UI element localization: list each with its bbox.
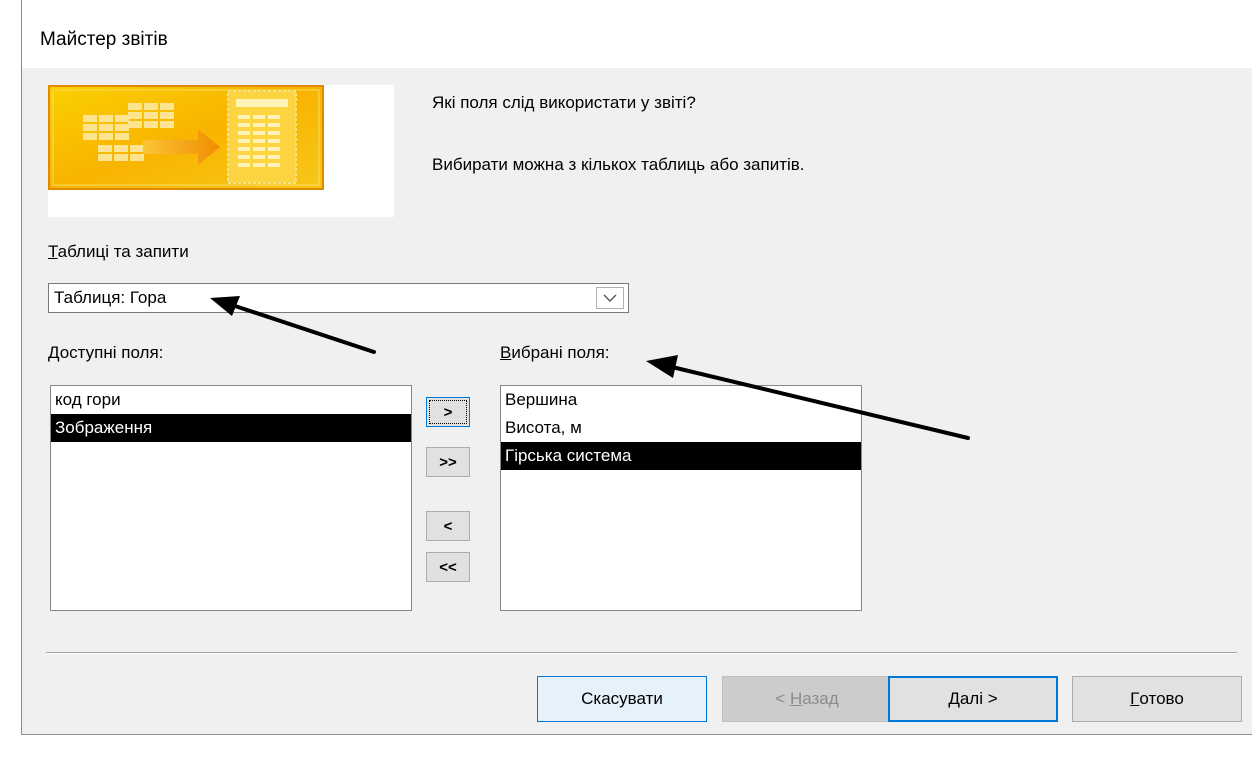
list-item-selected[interactable]: Зображення bbox=[51, 414, 411, 442]
list-item[interactable]: Висота, м bbox=[501, 414, 861, 442]
tables-queries-selected: Таблиця: Гора bbox=[54, 288, 167, 307]
next-button[interactable]: Далі > bbox=[888, 676, 1058, 722]
tables-queries-label-accel: Т bbox=[48, 242, 58, 261]
tables-queries-dropdown[interactable]: Таблиця: Гора bbox=[48, 283, 629, 313]
list-item[interactable]: Вершина bbox=[501, 386, 861, 414]
tables-queries-label-text: аблиці та запити bbox=[57, 242, 189, 261]
report-wizard-banner-icon bbox=[48, 85, 324, 190]
next-button-text: алі > bbox=[959, 689, 998, 708]
back-button[interactable]: < Назад bbox=[722, 676, 892, 722]
available-fields-label: Доступні поля: bbox=[48, 343, 163, 363]
wizard-hint: Вибирати можна з кількох таблиць або зап… bbox=[432, 155, 805, 174]
selected-fields-label: Вибрані поля: bbox=[500, 343, 610, 363]
selected-fields-label-text: ибрані поля: bbox=[511, 343, 610, 362]
finish-button-text: отово bbox=[1139, 689, 1184, 708]
selected-fields-list[interactable]: Вершина Висота, м Гірська система bbox=[500, 385, 862, 611]
back-button-text: азад bbox=[802, 689, 839, 708]
title-bar: Майстер звітів bbox=[22, 0, 1252, 68]
next-button-accel: Д bbox=[948, 689, 960, 708]
finish-button[interactable]: Готово bbox=[1072, 676, 1242, 722]
available-fields-label-accel: Д bbox=[48, 343, 60, 362]
finish-button-accel: Г bbox=[1130, 689, 1140, 708]
report-wizard-dialog: Майстер звітів Які поля слід використати… bbox=[21, 0, 1252, 735]
remove-field-button[interactable]: < bbox=[426, 511, 470, 541]
remove-all-fields-button[interactable]: << bbox=[426, 552, 470, 582]
back-button-accel: Н bbox=[789, 689, 803, 708]
cancel-button[interactable]: Скасувати bbox=[537, 676, 707, 722]
window-title: Майстер звітів bbox=[40, 29, 168, 50]
chevron-down-icon bbox=[603, 294, 617, 302]
footer-separator bbox=[46, 652, 1237, 654]
add-field-button[interactable]: > bbox=[426, 397, 470, 427]
banner-area bbox=[48, 85, 394, 217]
dropdown-button[interactable] bbox=[596, 287, 624, 309]
available-fields-list[interactable]: код гори Зображення bbox=[50, 385, 412, 611]
back-button-prefix: < bbox=[775, 689, 790, 708]
tables-queries-label: Таблиці та запити bbox=[48, 242, 189, 262]
available-fields-label-text: оступні поля: bbox=[59, 343, 164, 362]
selected-fields-label-accel: В bbox=[500, 343, 512, 362]
list-item-selected[interactable]: Гірська система bbox=[501, 442, 861, 470]
list-item[interactable]: код гори bbox=[51, 386, 411, 414]
add-all-fields-button[interactable]: >> bbox=[426, 447, 470, 477]
wizard-question: Які поля слід використати у звіті? bbox=[432, 93, 696, 112]
